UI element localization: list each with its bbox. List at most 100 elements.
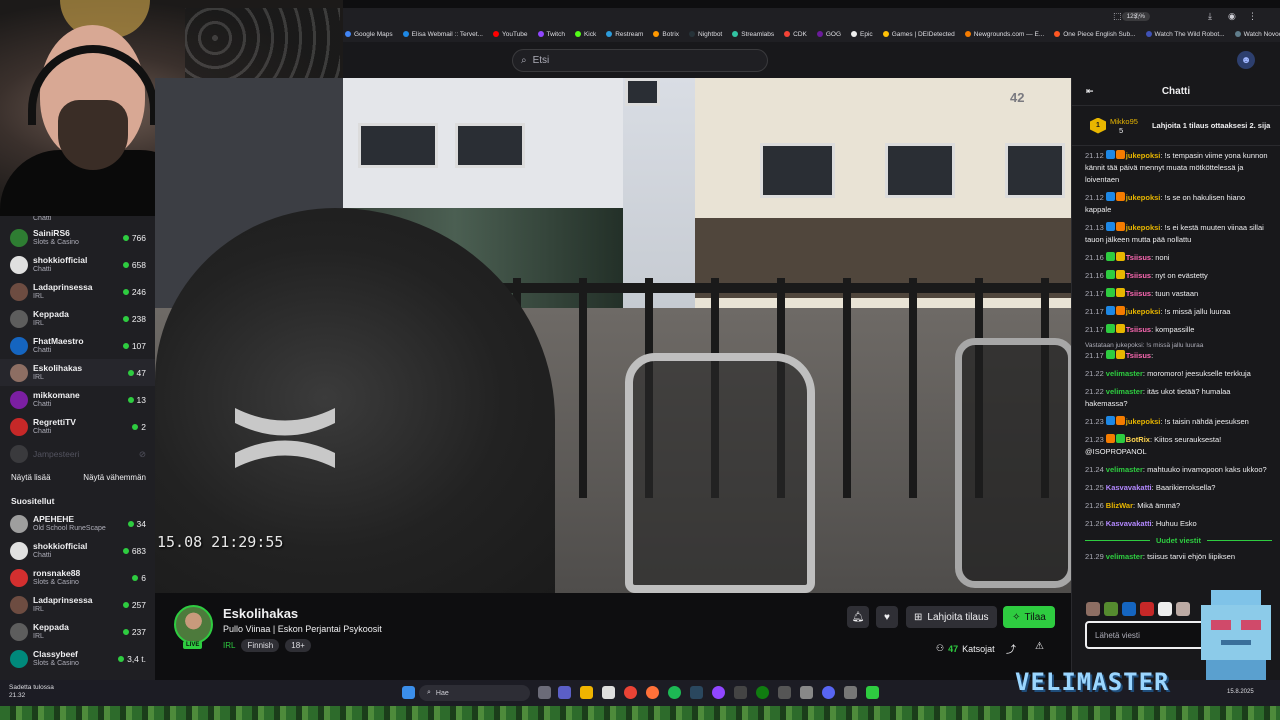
xbox-icon[interactable]: [756, 686, 769, 699]
message-username[interactable]: velimaster: [1106, 369, 1143, 378]
show-less-link[interactable]: Näytä vähemmän: [83, 473, 146, 482]
emote-icon[interactable]: [1122, 602, 1136, 616]
file-explorer-icon[interactable]: [580, 686, 593, 699]
bookmark-item[interactable]: Watch The Wild Robot...: [1145, 31, 1225, 38]
emote-icon[interactable]: [1140, 602, 1154, 616]
message-username[interactable]: Tsiisus: [1126, 289, 1151, 298]
chat-badge-icon[interactable]: [1105, 192, 1115, 201]
sidebar-item-offline[interactable]: Jampesteeri ⊘: [0, 440, 155, 467]
chrome-icon[interactable]: [624, 686, 637, 699]
message-username[interactable]: Kasvavakatti: [1106, 519, 1152, 528]
bookmark-item[interactable]: Epic: [851, 31, 873, 38]
chat-badge-icon[interactable]: [1105, 150, 1115, 159]
taskbar-search[interactable]: ⌕ Hae: [419, 685, 530, 701]
streamer-avatar[interactable]: [174, 605, 213, 644]
chat-message[interactable]: 21.16 Tsiisus: nyt on evästetty: [1085, 270, 1272, 282]
chat-message[interactable]: 21.17 Tsiisus:: [1085, 350, 1272, 362]
chat-badge-icon[interactable]: [1115, 434, 1125, 443]
steam-icon[interactable]: [690, 686, 703, 699]
download-icon[interactable]: ⤓: [1208, 11, 1212, 22]
message-username[interactable]: velimaster: [1106, 387, 1143, 396]
firefox-icon[interactable]: [646, 686, 659, 699]
chat-badge-icon[interactable]: [1105, 252, 1115, 261]
extension-icon[interactable]: ⬚: [1113, 11, 1122, 22]
chat-badge-icon[interactable]: [1105, 434, 1115, 443]
sidebar-item-channel[interactable]: shokkiofficial Chatti 658: [0, 251, 155, 278]
bookmark-item[interactable]: Watch Novocaine Engl...: [1234, 31, 1280, 38]
chat-message[interactable]: 21.12 jukepoksi: !s tempasin viime yona k…: [1085, 150, 1272, 186]
message-username[interactable]: BotRix: [1126, 435, 1150, 444]
chat-message[interactable]: 21.25 Kasvavakatti: Baarikierroksella?: [1085, 482, 1272, 494]
sidebar-item-channel[interactable]: RegrettiTV Chatti 2: [0, 413, 155, 440]
message-username[interactable]: jukepoksi: [1126, 417, 1161, 426]
follow-button[interactable]: ♥: [876, 606, 898, 628]
discord-icon[interactable]: [822, 686, 835, 699]
bookmark-item[interactable]: One Piece English Sub...: [1054, 31, 1136, 38]
chat-badge-icon[interactable]: [1115, 324, 1125, 333]
emote-icon[interactable]: [1158, 602, 1172, 616]
chat-message[interactable]: 21.13 jukepoksi: !s ei kestä muuten viina…: [1085, 222, 1272, 246]
message-username[interactable]: Tsiisus: [1126, 271, 1151, 280]
chat-message[interactable]: 21.24 velimaster: mahtuuko invamopoon kak…: [1085, 464, 1272, 476]
message-username[interactable]: Kasvavakatti: [1106, 483, 1152, 492]
message-username[interactable]: velimaster: [1106, 552, 1143, 561]
chat-message[interactable]: 21.29 velimaster: tsiisus tarvii ehjön li…: [1085, 551, 1272, 563]
bookmark-item[interactable]: Newgrounds.com — E...: [964, 31, 1044, 38]
message-username[interactable]: BlizWar: [1106, 501, 1133, 510]
gift-sub-button[interactable]: ⊞ Lahjoita tilaus: [906, 606, 997, 628]
sidebar-item-channel[interactable]: ronsnake88 Slots & Casino 6: [0, 564, 155, 591]
chat-message[interactable]: 21.17 jukepoksi: !s missä jallu luuraa: [1085, 306, 1272, 318]
chat-message[interactable]: 21.26 BlizWar: Mikä ämmä?: [1085, 500, 1272, 512]
profile-icon[interactable]: ◉: [1228, 11, 1236, 22]
chat-badge-icon[interactable]: [1115, 192, 1125, 201]
sidebar-item-channel[interactable]: mikkomane Chatti 13: [0, 386, 155, 413]
obs-icon[interactable]: [712, 686, 725, 699]
message-username[interactable]: Tsiisus: [1126, 325, 1151, 334]
chat-message[interactable]: 21.22 velimaster: itäs ukot tietää? humal…: [1085, 386, 1272, 410]
chat-badge-icon[interactable]: [1105, 306, 1115, 315]
message-username[interactable]: Tsiisus: [1126, 253, 1151, 262]
chat-badge-icon[interactable]: [1105, 288, 1115, 297]
emote-icon[interactable]: [1086, 602, 1100, 616]
chat-badge-icon[interactable]: [1115, 350, 1125, 359]
video-player[interactable]: 42 15.08 21:29:55: [155, 78, 1071, 593]
app-icon[interactable]: [866, 686, 879, 699]
chat-badge-icon[interactable]: [1115, 150, 1125, 159]
bookmark-item[interactable]: GOG: [816, 31, 841, 38]
message-username[interactable]: Tsiisus: [1126, 351, 1151, 360]
sidebar-item-channel[interactable]: FhatMaestro Chatti 107: [0, 332, 155, 359]
bookmark-item[interactable]: Streamlabs: [732, 31, 774, 38]
notification-bell-button[interactable]: 🔔︎: [847, 606, 869, 628]
menu-icon[interactable]: ⋮: [1248, 11, 1257, 22]
sidebar-item-channel[interactable]: Keppada IRL 238: [0, 305, 155, 332]
chat-badge-icon[interactable]: [1105, 350, 1115, 359]
windows-start-icon[interactable]: [402, 686, 415, 699]
message-username[interactable]: jukepoksi: [1126, 193, 1161, 202]
spotify-icon[interactable]: [668, 686, 681, 699]
calculator-icon[interactable]: [734, 686, 747, 699]
settings-icon[interactable]: [778, 686, 791, 699]
chat-badge-icon[interactable]: [1115, 222, 1125, 231]
chat-input[interactable]: [1085, 621, 1205, 649]
message-username[interactable]: jukepoksi: [1126, 151, 1161, 160]
chat-message[interactable]: 21.23 jukepoksi: !s taisin nähdä jeesukse…: [1085, 416, 1272, 428]
chat-message[interactable]: 21.12 jukepoksi: !s se on hakulisen hiano…: [1085, 192, 1272, 216]
bookmark-item[interactable]: Google Maps: [345, 31, 393, 38]
chat-badge-icon[interactable]: [1105, 270, 1115, 279]
bookmark-item[interactable]: Restream: [606, 31, 643, 38]
collapse-chat-icon[interactable]: ⇤: [1086, 86, 1094, 97]
message-username[interactable]: jukepoksi: [1126, 307, 1161, 316]
emote-icon[interactable]: [1104, 602, 1118, 616]
bookmark-item[interactable]: Games | DEIDetected: [882, 31, 955, 38]
subscribe-button[interactable]: ✧ Tilaa: [1003, 606, 1055, 628]
chat-badge-icon[interactable]: [1115, 288, 1125, 297]
bookmark-item[interactable]: YouTube: [492, 31, 528, 38]
chat-badge-icon[interactable]: [1105, 222, 1115, 231]
store-icon[interactable]: [602, 686, 615, 699]
user-avatar[interactable]: ☻: [1237, 51, 1255, 69]
emote-icon[interactable]: [1176, 602, 1190, 616]
sidebar-item-channel[interactable]: APEHEHE Old School RuneScape 34: [0, 510, 155, 537]
sidebar-item-channel[interactable]: Eskolihakas IRL 47: [0, 359, 155, 386]
chat-badge-icon[interactable]: [1115, 306, 1125, 315]
chat-message[interactable]: 21.17 Tsiisus: kompassille: [1085, 324, 1272, 336]
